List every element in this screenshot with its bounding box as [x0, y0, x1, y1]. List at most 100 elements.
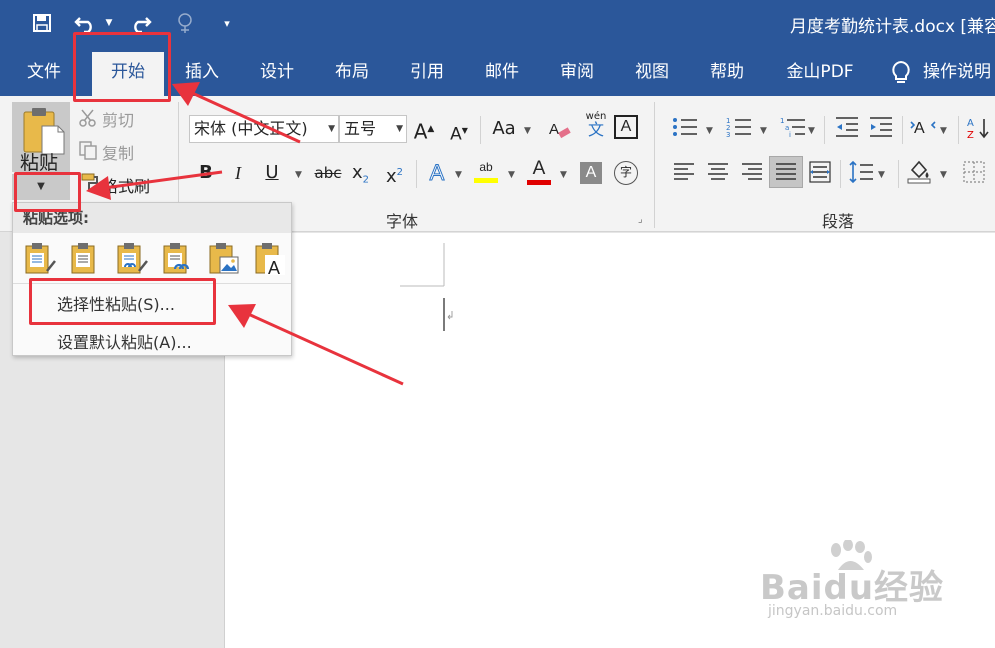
shrink-font-icon[interactable]: A▼ — [446, 116, 472, 146]
sort-icon[interactable]: AZ — [966, 116, 990, 140]
divider — [902, 116, 903, 144]
enclose-characters-icon[interactable]: 字 — [614, 161, 638, 185]
highlight-dropdown-icon[interactable]: ▼ — [508, 170, 515, 180]
shading-dropdown-icon[interactable]: ▼ — [940, 170, 947, 180]
phonetic-char: 文 — [587, 120, 604, 139]
justify-icon — [776, 163, 796, 180]
bullets-icon[interactable] — [672, 116, 698, 138]
font-dialog-launcher-icon[interactable]: ⌟ — [638, 214, 643, 225]
tab-design[interactable]: 设计 — [247, 48, 307, 96]
change-case-button[interactable]: Aa — [488, 114, 520, 144]
chinese-layout-dropdown-icon[interactable]: ▼ — [940, 126, 947, 136]
font-size-value: 五号 — [344, 119, 377, 138]
tab-layout[interactable]: 布局 — [322, 48, 382, 96]
line-spacing-icon[interactable] — [848, 160, 874, 184]
merge-formatting-icon[interactable] — [69, 241, 103, 277]
underline-dropdown-icon[interactable]: ▼ — [295, 170, 302, 180]
tab-mailings[interactable]: 邮件 — [472, 48, 532, 96]
highlight-icon[interactable]: ab — [474, 160, 498, 188]
font-name-value: 宋体 (中文正文) — [194, 119, 308, 138]
link-keep-source-icon[interactable] — [115, 241, 149, 277]
svg-text:3: 3 — [726, 131, 730, 138]
font-color-dropdown-icon[interactable]: ▼ — [560, 170, 567, 180]
cut-button[interactable]: 剪切 — [102, 107, 134, 131]
tab-insert[interactable]: 插入 — [172, 48, 232, 96]
watermark-url: jingyan.baidu.com — [768, 603, 898, 619]
align-right-icon[interactable] — [740, 162, 764, 184]
copy-button[interactable]: 复制 — [102, 140, 134, 164]
tell-me-search[interactable]: 操作说明 — [923, 48, 991, 96]
lightbulb-icon[interactable] — [890, 60, 912, 86]
clear-formatting-icon[interactable]: A — [548, 118, 572, 142]
subscript-label: x — [352, 162, 363, 183]
grow-font-icon[interactable]: A▲ — [411, 114, 437, 144]
superscript-label: x — [386, 166, 397, 187]
customize-qat-icon[interactable]: ▾ — [218, 8, 236, 38]
format-painter-icon — [81, 173, 98, 191]
borders-icon[interactable] — [962, 160, 986, 184]
line-spacing-dropdown-icon[interactable]: ▼ — [878, 170, 885, 180]
bullets-dropdown-icon[interactable]: ▼ — [706, 126, 713, 136]
scissors-icon — [79, 109, 96, 127]
align-left-icon[interactable] — [672, 162, 696, 184]
svg-text:i: i — [789, 131, 791, 138]
underline-button[interactable]: U — [260, 158, 284, 188]
bold-button[interactable]: B — [194, 158, 218, 188]
change-case-dropdown-icon[interactable]: ▼ — [524, 126, 531, 136]
divider — [840, 160, 841, 188]
strikethrough-button[interactable]: abc — [312, 158, 344, 188]
superscript-button[interactable]: x2 — [386, 158, 410, 188]
character-shading-icon[interactable]: A — [580, 162, 602, 184]
chinese-layout-icon[interactable]: A — [910, 116, 936, 138]
link-use-destination-icon[interactable] — [161, 241, 195, 277]
tab-help[interactable]: 帮助 — [697, 48, 757, 96]
subscript-button[interactable]: x2 — [352, 158, 376, 188]
tab-review[interactable]: 审阅 — [547, 48, 607, 96]
keep-text-only-icon[interactable]: A — [253, 241, 287, 277]
touch-mode-icon[interactable] — [170, 8, 200, 38]
shading-icon[interactable] — [906, 158, 932, 184]
format-painter-button[interactable]: 格式刷 — [102, 173, 150, 197]
multilevel-list-dropdown-icon[interactable]: ▼ — [808, 126, 815, 136]
text-effects-dropdown-icon[interactable]: ▼ — [455, 170, 462, 180]
svg-text:A: A — [549, 121, 559, 138]
decrease-indent-icon[interactable] — [834, 116, 860, 138]
font-color-icon[interactable]: A — [527, 158, 551, 188]
divider — [824, 116, 825, 144]
tab-references[interactable]: 引用 — [397, 48, 457, 96]
set-default-paste-item[interactable]: 设置默认粘贴(A)... — [57, 329, 192, 353]
tab-file[interactable]: 文件 — [14, 48, 74, 96]
tab-kingsoft-pdf[interactable]: 金山PDF — [772, 48, 868, 96]
font-group-label: 字体 — [386, 212, 419, 231]
annotation-box-home-tab — [73, 32, 171, 102]
svg-text:A: A — [914, 120, 925, 137]
text-effects-icon[interactable]: A — [424, 158, 450, 188]
divider — [480, 116, 481, 144]
font-name-dropdown-icon[interactable]: ▼ — [328, 116, 335, 142]
svg-text:A: A — [268, 258, 280, 277]
group-separator — [654, 102, 655, 228]
paste-label: 粘贴 — [20, 152, 59, 174]
align-center-icon[interactable] — [706, 162, 730, 184]
paste-picture-icon[interactable] — [207, 241, 241, 277]
annotation-box-paste-special — [29, 278, 216, 325]
font-size-dropdown-icon[interactable]: ▼ — [396, 116, 403, 142]
numbering-icon[interactable]: 123 — [726, 116, 752, 138]
increase-indent-icon[interactable] — [868, 116, 894, 138]
distributed-icon[interactable] — [808, 160, 832, 184]
tab-view[interactable]: 视图 — [622, 48, 682, 96]
character-border-icon[interactable]: A — [614, 115, 638, 139]
font-name-combo[interactable]: 宋体 (中文正文) ▼ — [189, 115, 339, 143]
keep-source-formatting-icon[interactable] — [23, 241, 57, 277]
margin-crop-mark — [400, 243, 453, 331]
multilevel-list-icon[interactable]: 1ai — [780, 116, 806, 138]
font-size-combo[interactable]: 五号 ▼ — [339, 115, 407, 143]
divider — [416, 160, 417, 188]
save-icon[interactable] — [28, 8, 56, 38]
phonetic-guide-button[interactable]: wén 文 — [582, 110, 610, 139]
italic-button[interactable]: I — [228, 158, 248, 188]
justify-button[interactable] — [769, 156, 803, 188]
numbering-dropdown-icon[interactable]: ▼ — [760, 126, 767, 136]
watermark-logo-text: Baidu经验 — [760, 568, 945, 608]
svg-text:1: 1 — [780, 117, 784, 125]
